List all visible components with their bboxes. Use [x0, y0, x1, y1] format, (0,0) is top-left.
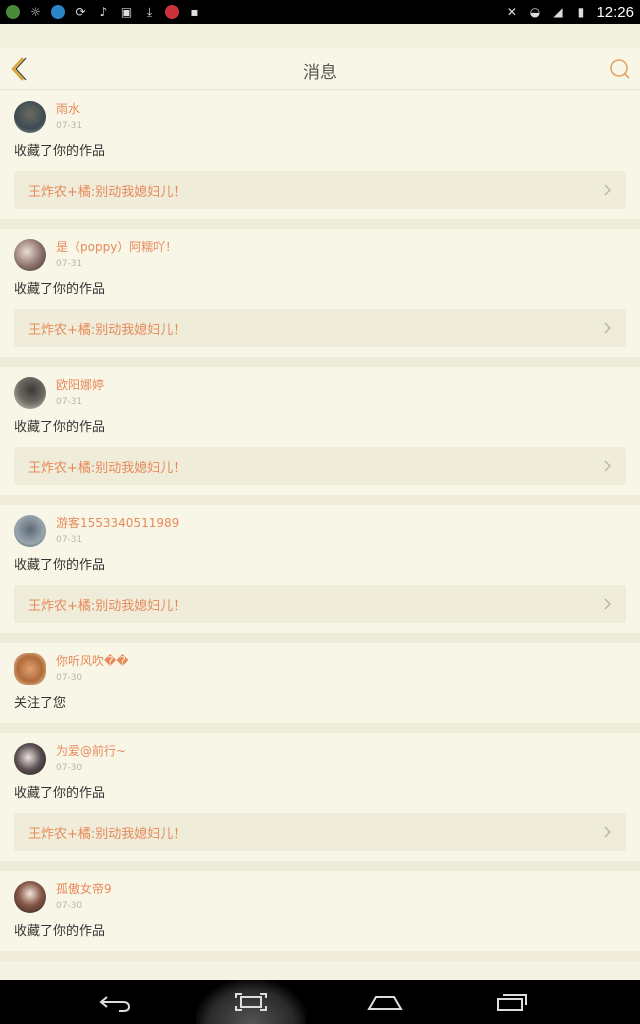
avatar[interactable] [14, 101, 46, 133]
message-card: 游客1553340511989 07-31 收藏了你的作品 王炸农+橘:别动我媳… [0, 505, 640, 643]
user-name[interactable]: 游客1553340511989 [56, 515, 179, 531]
message-date: 07-31 [56, 259, 83, 269]
message-date: 07-30 [56, 763, 83, 773]
image-icon: ▣ [120, 5, 133, 19]
recents-icon [497, 994, 527, 1011]
avatar[interactable] [14, 239, 46, 271]
header: 消息 [0, 48, 640, 90]
message-card: 你听风吹�� 07-30 关注了您 [0, 643, 640, 733]
lock-icon: ▪ [190, 5, 199, 19]
action-text: 收藏了你的作品 [14, 282, 106, 297]
user-name[interactable]: 雨水 [56, 101, 82, 117]
battery-icon: ▮ [577, 5, 585, 19]
screenshot-icon [235, 993, 267, 1011]
wifi-icon: ◒ [529, 5, 541, 19]
search-icon [610, 59, 630, 79]
download-icon: ⤓ [146, 4, 153, 19]
user-name[interactable]: 欧阳娜婷 [56, 377, 104, 393]
sync-icon: ⟳ [75, 5, 86, 19]
user-name[interactable]: 是（poppy）阿糯吖！ [56, 239, 177, 255]
message-card: 为爱@前行~ 07-30 收藏了你的作品 王炸农+橘:别动我媳妇儿！ [0, 733, 640, 871]
chevron-right-icon [604, 598, 611, 610]
avatar[interactable] [14, 653, 46, 685]
work-title: 王炸农+橘:别动我媳妇儿！ [28, 826, 187, 842]
chevron-right-icon [604, 826, 611, 838]
message-list: 雨水 07-31 收藏了你的作品 王炸农+橘:别动我媳妇儿！ 是（poppy）阿… [0, 91, 640, 961]
work-link[interactable]: 王炸农+橘:别动我媳妇儿！ [14, 447, 626, 485]
work-link[interactable]: 王炸农+橘:别动我媳妇儿！ [14, 813, 626, 851]
work-title: 王炸农+橘:别动我媳妇儿！ [28, 460, 187, 476]
action-text: 收藏了你的作品 [14, 420, 106, 435]
recents-button[interactable] [487, 980, 537, 1024]
screenshot-button[interactable] [226, 980, 276, 1024]
browser-notification-icon [51, 5, 65, 19]
clock: 12:26 [596, 3, 634, 21]
page-title: 消息 [303, 63, 337, 83]
back-nav-icon [99, 996, 131, 1012]
app-notification-icon [6, 5, 20, 19]
top-strip [0, 24, 640, 48]
action-text: 关注了您 [14, 696, 67, 711]
home-button[interactable] [360, 980, 410, 1024]
action-text: 收藏了你的作品 [14, 786, 106, 801]
work-title: 王炸农+橘:别动我媳妇儿！ [28, 322, 187, 338]
home-icon [367, 996, 403, 1010]
chevron-right-icon [604, 322, 611, 334]
user-name[interactable]: 为爱@前行~ [56, 743, 126, 759]
message-date: 07-30 [56, 673, 83, 683]
message-date: 07-31 [56, 535, 83, 545]
message-card: 欧阳娜婷 07-31 收藏了你的作品 王炸农+橘:别动我媳妇儿！ [0, 367, 640, 505]
mute-icon: ✕ [506, 5, 517, 19]
chevron-right-icon [604, 460, 611, 472]
work-title: 王炸农+橘:别动我媳妇儿！ [28, 598, 187, 614]
search-button[interactable] [608, 57, 632, 81]
avatar[interactable] [14, 377, 46, 409]
brightness-icon: ☼ [30, 5, 41, 19]
work-title: 王炸农+橘:别动我媳妇儿！ [28, 184, 187, 200]
message-date: 07-31 [56, 121, 83, 131]
signal-icon: ◢ [553, 5, 563, 19]
user-name[interactable]: 你听风吹�� [56, 653, 129, 669]
message-card: 孤傲女帝9 07-30 收藏了你的作品 [0, 871, 640, 961]
music-app-icon [165, 5, 179, 19]
message-card: 雨水 07-31 收藏了你的作品 王炸农+橘:别动我媳妇儿！ [0, 91, 640, 229]
status-bar: ☼ ⟳ ♪ ▣ ⤓ ▪ ✕ ◒ ◢ ▮ 12:26 [0, 0, 640, 24]
user-name[interactable]: 孤傲女帝9 [56, 881, 112, 897]
avatar[interactable] [14, 515, 46, 547]
work-link[interactable]: 王炸农+橘:别动我媳妇儿！ [14, 309, 626, 347]
work-link[interactable]: 王炸农+橘:别动我媳妇儿！ [14, 171, 626, 209]
action-text: 收藏了你的作品 [14, 558, 106, 573]
work-link[interactable]: 王炸农+橘:别动我媳妇儿！ [14, 585, 626, 623]
action-text: 收藏了你的作品 [14, 924, 106, 939]
navigation-bar [0, 980, 640, 1024]
back-nav-button[interactable] [90, 980, 140, 1024]
chevron-right-icon [604, 184, 611, 196]
avatar[interactable] [14, 743, 46, 775]
avatar[interactable] [14, 881, 46, 913]
message-date: 07-30 [56, 901, 83, 911]
message-date: 07-31 [56, 397, 83, 407]
action-text: 收藏了你的作品 [14, 144, 106, 159]
tiktok-icon: ♪ [99, 5, 108, 19]
message-card: 是（poppy）阿糯吖！ 07-31 收藏了你的作品 王炸农+橘:别动我媳妇儿！ [0, 229, 640, 367]
